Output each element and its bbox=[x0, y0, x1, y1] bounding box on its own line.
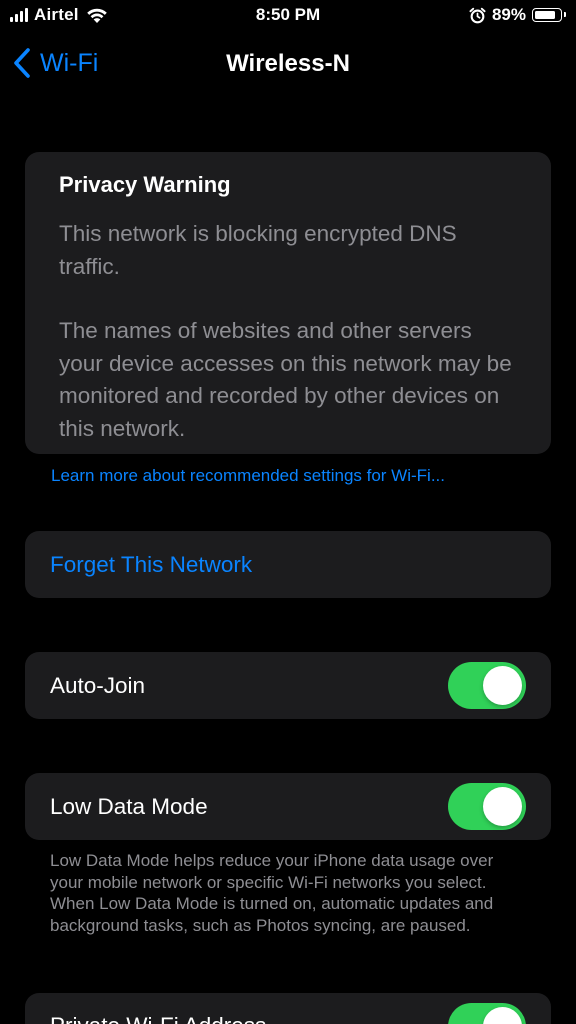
low-data-mode-footnote: Low Data Mode helps reduce your iPhone d… bbox=[50, 851, 494, 935]
battery-icon bbox=[532, 8, 566, 22]
low-data-mode-row: Low Data Mode bbox=[25, 773, 551, 840]
wifi-network-detail-screen: Airtel 8:50 PM 89% Wi-Fi Wireless-N Priv… bbox=[0, 0, 576, 1024]
battery-fill bbox=[535, 11, 555, 19]
auto-join-label: Auto-Join bbox=[50, 672, 146, 698]
page-title: Wireless-N bbox=[226, 50, 350, 77]
low-data-mode-toggle[interactable] bbox=[448, 783, 526, 830]
private-address-toggle[interactable] bbox=[448, 1003, 526, 1024]
privacy-warning-text-1: This network is blocking encrypted DNS t… bbox=[59, 221, 457, 279]
alarm-icon bbox=[469, 7, 486, 23]
low-data-mode-label: Low Data Mode bbox=[50, 793, 208, 819]
learn-more-link[interactable]: Learn more about recommended settings fo… bbox=[51, 466, 445, 486]
navigation-bar: Wi-Fi Wireless-N bbox=[0, 40, 576, 90]
private-address-row: Private Wi-Fi Address bbox=[25, 993, 551, 1024]
status-bar-right: 89% bbox=[469, 5, 566, 25]
battery-percent: 89% bbox=[491, 5, 526, 24]
auto-join-row: Auto-Join bbox=[25, 652, 551, 719]
private-address-label: Private Wi-Fi Address bbox=[50, 1013, 266, 1024]
status-bar: Airtel 8:50 PM 89% bbox=[0, 0, 576, 34]
forget-network-button[interactable]: Forget This Network bbox=[25, 531, 551, 598]
privacy-warning-title: Privacy Warning bbox=[59, 172, 231, 197]
privacy-warning-text-2: The names of websites and other servers … bbox=[59, 318, 512, 441]
forget-network-label: Forget This Network bbox=[50, 551, 253, 577]
privacy-warning-card: Privacy Warning This network is blocking… bbox=[25, 152, 551, 454]
auto-join-toggle[interactable] bbox=[448, 662, 526, 709]
